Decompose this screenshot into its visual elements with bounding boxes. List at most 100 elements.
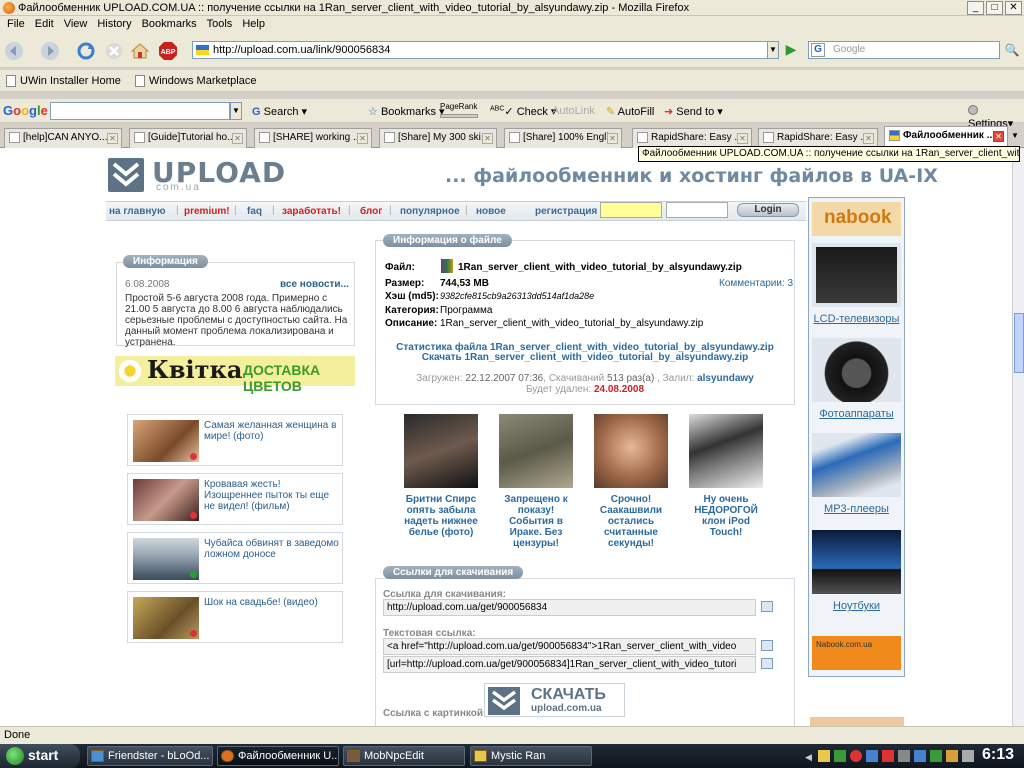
comments-link[interactable]: Комментарии: 3 xyxy=(719,278,793,289)
nav-link-popular[interactable]: популярное xyxy=(400,206,460,217)
tray-expand-icon[interactable]: ◀ xyxy=(805,752,812,763)
site-logo[interactable]: UPLOAD com.ua xyxy=(108,156,323,194)
close-button[interactable]: ✕ xyxy=(1005,1,1022,15)
news-teaser[interactable]: Кровавая жесть! Изощреннее пыток ты еще … xyxy=(127,473,343,525)
login-button[interactable]: Login xyxy=(737,203,799,217)
stop-icon[interactable] xyxy=(104,41,124,61)
taskbar-item[interactable]: MobNpcEdit xyxy=(343,746,465,766)
ad-category-cameras[interactable]: Фотоаппараты xyxy=(812,338,901,420)
nav-link-earn[interactable]: заработать! xyxy=(282,206,341,217)
file-download-link[interactable]: Скачать 1Ran_server_client_with_video_tu… xyxy=(375,352,795,363)
html-link-field[interactable]: <a href="http://upload.com.ua/get/900056… xyxy=(383,638,756,655)
url-bar[interactable]: http://upload.com.ua/link/900056834 xyxy=(192,41,777,59)
all-news-link[interactable]: все новости... xyxy=(280,279,349,290)
tab-close-icon[interactable]: ✕ xyxy=(232,133,243,144)
sendto-button[interactable]: ➜ Send to ▾ xyxy=(664,105,723,118)
tab-close-icon[interactable]: ✕ xyxy=(607,133,618,144)
tab-list-dropdown-icon[interactable]: ▼ xyxy=(1011,131,1019,140)
google-search-button[interactable]: G Search ▾ xyxy=(252,105,307,118)
nav-link-premium[interactable]: premium! xyxy=(184,206,230,217)
nabook-logo[interactable]: nabook xyxy=(812,202,901,236)
tray-icon[interactable] xyxy=(882,750,894,762)
google-search-input[interactable] xyxy=(50,102,230,120)
copy-icon[interactable] xyxy=(761,640,773,651)
tab[interactable]: [Guide]Tutorial ho... ✕ xyxy=(129,128,247,148)
menu-bookmarks[interactable]: Bookmarks xyxy=(137,16,202,33)
menu-edit[interactable]: Edit xyxy=(30,16,59,33)
bookmark-item[interactable]: UWin Installer Home xyxy=(6,74,121,87)
nav-link-home[interactable]: на главную xyxy=(109,206,166,217)
bbcode-link-field[interactable]: [url=http://upload.com.ua/get/900056834]… xyxy=(383,656,756,673)
adblock-icon[interactable]: ABP xyxy=(158,41,178,61)
login-username-field[interactable] xyxy=(600,202,662,218)
autolink-button[interactable]: AutoLink xyxy=(552,105,595,117)
tab-close-icon[interactable]: ✕ xyxy=(863,133,874,144)
bookmark-item[interactable]: Windows Marketplace xyxy=(134,74,256,87)
taskbar-item[interactable]: Friendster - bLoOd... xyxy=(87,746,213,766)
start-button[interactable]: start xyxy=(0,744,80,768)
tray-icon[interactable] xyxy=(914,750,926,762)
kvitka-banner[interactable]: Квітка ДОСТАВКА ЦВЕТОВ xyxy=(115,355,355,394)
download-button-image[interactable]: СКАЧАТЬ upload.com.ua xyxy=(484,683,625,717)
promo-thumbnail[interactable]: Бритни Спирс опять забыла надеть нижнее … xyxy=(401,414,481,538)
search-icon[interactable]: 🔍 xyxy=(1003,41,1021,59)
promo-thumbnail[interactable]: Запрещено к показу! События в Ираке. Без… xyxy=(496,414,576,549)
autofill-button[interactable]: ✎ AutoFill xyxy=(606,105,654,118)
forward-icon[interactable] xyxy=(40,41,60,61)
minimize-button[interactable]: _ xyxy=(967,1,984,15)
google-dropdown-icon[interactable]: ▼ xyxy=(230,102,242,120)
tray-icon[interactable] xyxy=(946,750,958,762)
tray-icon[interactable] xyxy=(866,750,878,762)
bookmarks-star-button[interactable]: ☆ Bookmarks ▾ xyxy=(368,105,445,118)
scrollbar-thumb[interactable] xyxy=(1014,313,1024,373)
reload-icon[interactable] xyxy=(76,41,96,61)
menu-tools[interactable]: Tools xyxy=(202,16,238,33)
news-teaser[interactable]: Чубайса обвинят в заведомо ложном доносе xyxy=(127,532,343,584)
news-teaser[interactable]: Самая желанная женщина в мире! (фото) xyxy=(127,414,343,466)
home-icon[interactable] xyxy=(130,41,150,61)
tab-close-icon[interactable]: ✕ xyxy=(993,131,1004,142)
tab[interactable]: [Share] 100% Engli... ✕ xyxy=(504,128,622,148)
promo-thumbnail[interactable]: Ну очень НЕДОРОГОЙ клон iPod Touch! xyxy=(686,414,766,538)
maximize-button[interactable]: □ xyxy=(986,1,1003,15)
taskbar-item-active[interactable]: Файлообменник U... xyxy=(217,746,339,766)
download-link-field[interactable]: http://upload.com.ua/get/900056834 xyxy=(383,599,756,616)
nav-link-faq[interactable]: faq xyxy=(247,206,262,217)
tab-close-icon[interactable]: ✕ xyxy=(107,133,118,144)
url-history-dropdown-icon[interactable]: ▼ xyxy=(767,41,779,59)
menu-file[interactable]: File xyxy=(2,16,30,33)
vertical-scrollbar[interactable] xyxy=(1012,148,1024,726)
tab[interactable]: [Share] My 300 ski... ✕ xyxy=(379,128,497,148)
go-arrow-icon[interactable]: ▶ xyxy=(782,41,800,59)
back-icon[interactable] xyxy=(4,41,24,61)
tray-icon[interactable] xyxy=(930,750,942,762)
tab-close-icon[interactable]: ✕ xyxy=(482,133,493,144)
tab[interactable]: RapidShare: Easy ... ✕ xyxy=(758,128,878,148)
tab-close-icon[interactable]: ✕ xyxy=(357,133,368,144)
tab[interactable]: [SHARE] working ... ✕ xyxy=(254,128,372,148)
login-password-field[interactable] xyxy=(666,202,728,218)
spellcheck-button[interactable]: ABC✓ Check ▾ xyxy=(490,105,556,118)
ad-category-mp3[interactable]: MP3-плееры xyxy=(812,433,901,515)
tab[interactable]: RapidShare: Easy ... ✕ xyxy=(632,128,752,148)
promo-thumbnail[interactable]: Срочно! Саакашвили остались считанные се… xyxy=(591,414,671,549)
ad-category-lcd[interactable]: LCD-телевизоры xyxy=(812,243,901,325)
tray-icon[interactable] xyxy=(818,750,830,762)
uploader-link[interactable]: alsyundawy xyxy=(697,373,754,384)
taskbar-item[interactable]: Mystic Ran xyxy=(470,746,592,766)
copy-icon[interactable] xyxy=(761,658,773,669)
nav-link-new[interactable]: новое xyxy=(476,206,506,217)
menu-view[interactable]: View xyxy=(59,16,93,33)
nabook-footer-link[interactable]: Nabook.com.ua xyxy=(812,636,901,670)
tray-icon[interactable] xyxy=(898,750,910,762)
tray-icon[interactable] xyxy=(834,750,846,762)
nav-link-register[interactable]: регистрация xyxy=(535,206,597,217)
news-teaser[interactable]: Шок на свадьбе! (видео) xyxy=(127,591,343,643)
nav-link-blog[interactable]: блог xyxy=(360,206,382,217)
copy-icon[interactable] xyxy=(761,601,773,612)
search-input[interactable]: G Google xyxy=(808,41,1000,59)
tab[interactable]: [help]CAN ANYO... ✕ xyxy=(4,128,122,148)
menu-history[interactable]: History xyxy=(92,16,136,33)
volume-icon[interactable] xyxy=(962,750,974,762)
ad-category-laptops[interactable]: Ноутбуки xyxy=(812,530,901,612)
